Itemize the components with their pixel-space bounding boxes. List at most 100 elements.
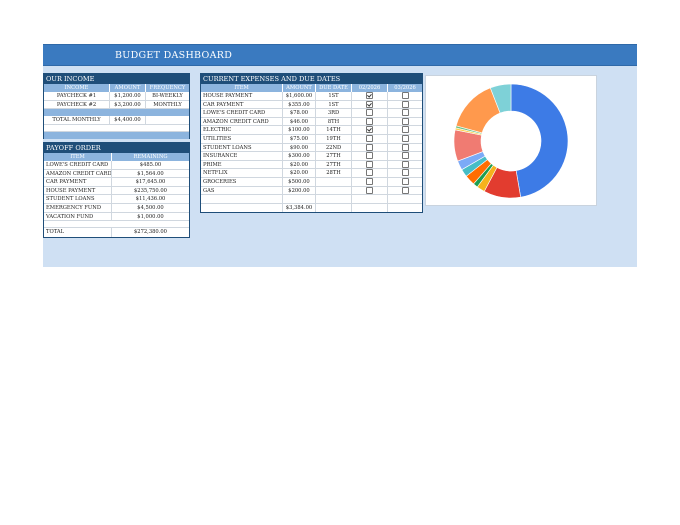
paid-checkbox[interactable] <box>401 134 409 142</box>
expense-item: HOUSE PAYMENT <box>201 92 283 100</box>
payoff-item: STUDENT LOANS <box>44 195 112 203</box>
expense-amount: $500.00 <box>283 177 316 186</box>
expense-due-date: 27TH <box>316 152 352 160</box>
col-frequency: FREQUENCY <box>149 85 186 91</box>
payoff-column-headers: ITEM REMAINING <box>44 153 189 161</box>
expenses-total-row[interactable]: $3,384.00 <box>201 203 422 213</box>
paid-checkbox[interactable] <box>401 152 409 160</box>
paid-checkbox[interactable] <box>401 100 409 108</box>
paid-checkbox[interactable] <box>366 109 373 117</box>
expense-item: NETFLIX <box>201 169 283 177</box>
table-row[interactable]: LOWE'S CREDIT CARD $78.00 3RD <box>201 109 422 118</box>
paid-checkbox[interactable] <box>401 109 409 117</box>
payoff-remaining: $4,500.00 <box>137 204 164 211</box>
paid-checkbox[interactable] <box>401 143 409 151</box>
expense-month-2-cell <box>388 177 422 186</box>
payoff-item: EMERGENCY FUND <box>44 203 112 212</box>
donut-chart-svg <box>453 83 569 199</box>
expense-amount: $90.00 <box>283 143 316 152</box>
income-frequency: BI-WEEKLY <box>152 93 183 99</box>
table-row[interactable]: VACATION FUND $1,000.00 <box>44 212 189 222</box>
paid-checkbox[interactable] <box>366 169 373 177</box>
expense-month-2-cell <box>388 126 422 134</box>
col-item: ITEM <box>201 84 283 92</box>
expenses-column-headers: ITEM AMOUNT DUE DATE 02/2026 03/2026 <box>201 84 422 92</box>
expense-month-2-cell <box>388 186 422 195</box>
payoff-remaining: $1,564.00 <box>137 170 164 177</box>
expense-amount: $1,600.00 <box>283 92 316 100</box>
expense-due-date: 14TH <box>316 126 352 134</box>
expense-due-date <box>316 186 352 195</box>
expense-due-date: 19TH <box>316 134 352 143</box>
payoff-remaining: $17,645.00 <box>135 179 166 186</box>
expense-month-2-cell <box>388 100 422 109</box>
paid-checkbox[interactable] <box>366 100 373 108</box>
table-row[interactable]: PAYCHECK #1 $1,200.00 BI-WEEKLY <box>44 92 189 101</box>
table-row[interactable]: PAYCHECK #2 $3,200.00 MONTHLY <box>44 100 189 110</box>
paid-checkbox[interactable] <box>366 160 373 168</box>
table-row[interactable]: HOUSE PAYMENT $235,750.00 <box>44 186 189 196</box>
expense-item: PRIME <box>201 160 283 169</box>
donut-slice[interactable] <box>510 83 569 198</box>
col-month-2: 03/2026 <box>394 85 416 91</box>
expense-due-date: 28TH <box>316 169 352 177</box>
table-row[interactable]: CAR PAYMENT $17,645.00 <box>44 178 189 187</box>
table-row[interactable]: UTILITIES $75.00 19TH <box>201 134 422 144</box>
paid-checkbox[interactable] <box>366 117 373 125</box>
paid-checkbox[interactable] <box>401 126 409 134</box>
paid-checkbox[interactable] <box>366 186 373 194</box>
table-row[interactable]: GROCERIES $500.00 <box>201 177 422 187</box>
paid-checkbox[interactable] <box>366 177 373 185</box>
payoff-item: AMAZON CREDIT CARD <box>46 169 112 178</box>
expense-due-date: 3RD <box>316 109 352 117</box>
paid-checkbox[interactable] <box>366 143 373 151</box>
payoff-item: HOUSE PAYMENT <box>44 186 112 195</box>
paid-checkbox[interactable] <box>401 186 409 194</box>
table-row[interactable]: GAS $200.00 <box>201 186 422 196</box>
table-row[interactable]: INSURANCE $300.00 27TH <box>201 152 422 161</box>
expense-month-2-cell <box>388 143 422 152</box>
expense-month-2-cell <box>388 134 422 143</box>
expense-month-1-cell <box>352 152 388 160</box>
expense-month-1-cell <box>352 160 388 169</box>
income-frequency: MONTHLY <box>153 101 182 108</box>
table-row[interactable]: NETFLIX $20.00 28TH <box>201 169 422 178</box>
expense-month-1-cell <box>352 177 388 186</box>
income-footer-band <box>44 131 189 139</box>
expense-amount: $46.00 <box>283 117 316 126</box>
expense-item: UTILITIES <box>201 134 283 143</box>
col-remaining: REMAINING <box>133 154 168 160</box>
table-row[interactable]: LOWE'S CREDIT CARD $485.00 <box>44 161 189 170</box>
table-row[interactable]: ELECTRIC $100.00 14TH <box>201 126 422 135</box>
paid-checkbox[interactable] <box>366 134 373 142</box>
payoff-remaining: $235,750.00 <box>133 187 167 194</box>
expense-due-date <box>316 177 352 186</box>
paid-checkbox[interactable] <box>401 117 409 125</box>
paid-checkbox[interactable] <box>366 92 373 99</box>
table-row[interactable]: PRIME $20.00 27TH <box>201 160 422 170</box>
payoff-total-row[interactable]: TOTAL $272,380.00 <box>44 228 189 237</box>
table-row[interactable]: EMERGENCY FUND $4,500.00 <box>44 203 189 213</box>
col-amount: AMOUNT <box>283 84 316 92</box>
expense-item: STUDENT LOANS <box>201 143 283 152</box>
paid-checkbox[interactable] <box>401 160 409 168</box>
table-row[interactable]: HOUSE PAYMENT $1,600.00 1ST <box>201 92 422 101</box>
col-item: ITEM <box>44 153 112 161</box>
income-total-row[interactable]: TOTAL MONTHLY $4,400.00 <box>44 116 189 125</box>
table-row[interactable]: AMAZON CREDIT CARD $46.00 8TH <box>201 117 422 127</box>
expense-item: ELECTRIC <box>201 126 283 134</box>
table-row[interactable]: STUDENT LOANS $11,436.00 <box>44 195 189 204</box>
table-row[interactable]: CAR PAYMENT $355.00 1ST <box>201 100 422 110</box>
payoff-total-value: $272,380.00 <box>133 229 167 236</box>
paid-checkbox[interactable] <box>366 126 373 134</box>
paid-checkbox[interactable] <box>401 92 409 99</box>
dashboard-title: BUDGET DASHBOARD <box>115 50 233 61</box>
expenses-donut-chart[interactable] <box>425 75 597 206</box>
table-row[interactable]: AMAZON CREDIT CARD $1,564.00 <box>44 169 189 179</box>
expenses-blank-row <box>201 195 422 204</box>
paid-checkbox[interactable] <box>401 177 409 185</box>
expense-due-date: 8TH <box>316 117 352 126</box>
paid-checkbox[interactable] <box>366 152 373 160</box>
paid-checkbox[interactable] <box>401 169 409 177</box>
table-row[interactable]: STUDENT LOANS $90.00 22ND <box>201 143 422 153</box>
